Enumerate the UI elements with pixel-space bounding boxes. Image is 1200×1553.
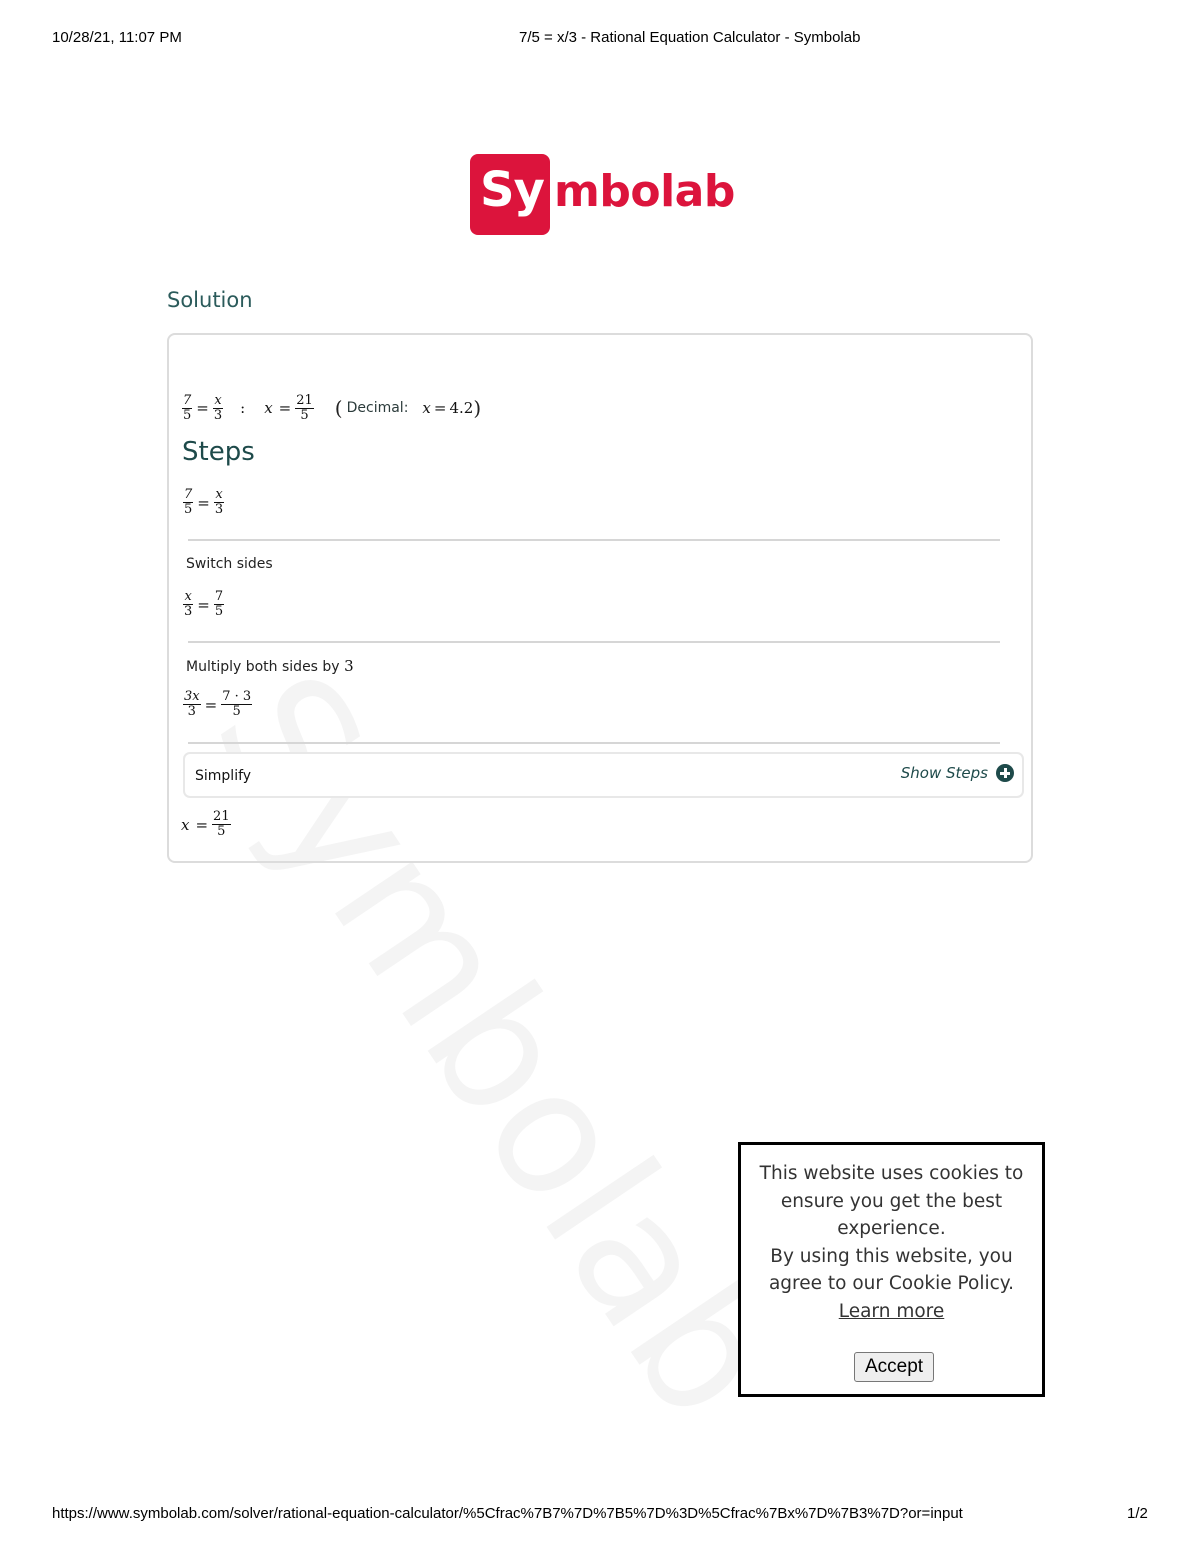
step-equation: 3x 3 = 7 · 3 5 [183, 689, 253, 719]
answer-rhs-fraction: x 3 [213, 392, 223, 423]
step-label-switch-sides: Switch sides [186, 556, 273, 572]
print-footer: https://www.symbolab.com/solver/rational… [0, 1505, 1200, 1525]
print-url: https://www.symbolab.com/solver/rational… [52, 1505, 963, 1522]
equals-sign: = [196, 399, 209, 417]
cookie-text: This website uses cookies to ensure you … [741, 1160, 1042, 1325]
print-header: 10/28/21, 11:07 PM 7/5 = x/3 - Rational … [0, 29, 1200, 49]
step-label-multiply: Multiply both sides by 3 [186, 657, 354, 675]
equals-sign: = [278, 399, 292, 417]
simplify-label: Simplify [195, 768, 252, 784]
logo-badge: Sy [470, 154, 550, 235]
learn-more-link[interactable]: Learn more [839, 1298, 945, 1326]
cookie-banner: This website uses cookies to ensure you … [738, 1142, 1045, 1397]
answer-variable: x [264, 399, 273, 417]
simplify-step: Simplify Show Steps [183, 752, 1024, 798]
print-date: 10/28/21, 11:07 PM [52, 29, 182, 46]
solution-title: Solution [167, 288, 253, 312]
step-divider [188, 539, 1000, 541]
print-page-number: 1/2 [1127, 1505, 1148, 1522]
step-equation: x 3 = 7 5 [183, 589, 225, 619]
step-divider [188, 742, 1000, 744]
steps-title: Steps [182, 437, 255, 467]
decimal-value: 4.2 [449, 399, 474, 417]
step-divider [188, 641, 1000, 643]
accept-cookies-button[interactable]: Accept [854, 1352, 934, 1382]
decimal-variable: x [422, 399, 431, 417]
final-result: x = 21 5 [181, 809, 231, 839]
step-initial-equation: 7 5 = x 3 [183, 487, 224, 517]
symbolab-logo[interactable]: Sy mbolab [470, 154, 735, 235]
answer-lhs-fraction: 7 5 [182, 392, 193, 423]
decimal-label: Decimal: [346, 400, 409, 416]
answer-result-fraction: 21 5 [295, 392, 314, 423]
logo-wordmark: mbolab [554, 166, 735, 217]
logo-sy-text: Sy [480, 162, 545, 218]
decimal-answer: ( Decimal: x = 4.2 ) [334, 396, 482, 420]
plus-circle-icon[interactable] [996, 764, 1014, 782]
answer-separator: : [240, 399, 246, 417]
print-page-title: 7/5 = x/3 - Rational Equation Calculator… [519, 29, 861, 46]
show-steps-button[interactable]: Show Steps [901, 764, 1014, 782]
answer-row: 7 5 = x 3 : x = 21 5 ( Decimal: x = 4.2 … [181, 390, 481, 426]
